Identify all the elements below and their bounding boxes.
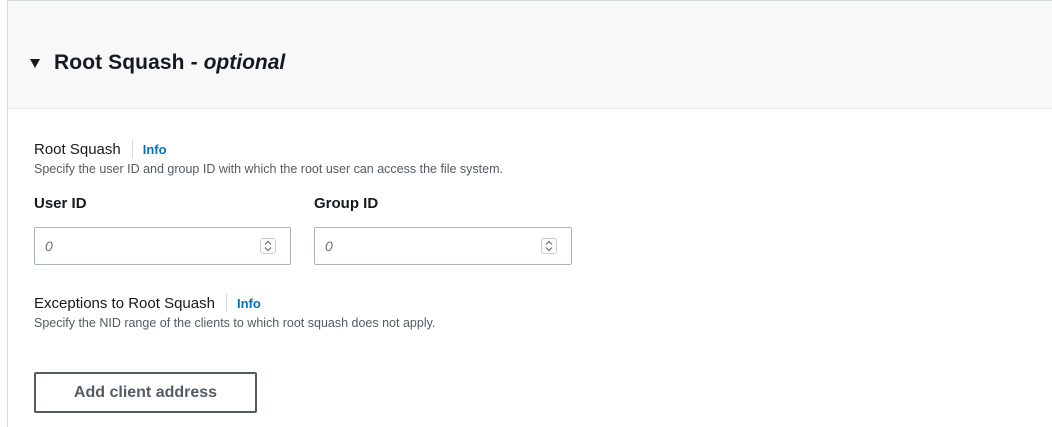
user-id-field[interactable] (34, 227, 291, 265)
root-squash-label: Root Squash (34, 140, 121, 158)
caret-down-icon[interactable] (30, 59, 40, 68)
group-id-input[interactable] (315, 228, 571, 264)
exceptions-label-row: Exceptions to Root Squash Info Specify t… (34, 293, 435, 330)
exceptions-info-link[interactable]: Info (237, 296, 261, 311)
exceptions-label: Exceptions to Root Squash (34, 294, 215, 312)
group-id-label: Group ID (314, 195, 379, 212)
page: Root Squash - optional Root Squash Info … (0, 0, 1052, 427)
root-squash-panel: Root Squash - optional Root Squash Info … (7, 0, 1052, 427)
add-client-address-button[interactable]: Add client address (34, 372, 257, 413)
exceptions-description: Specify the NID range of the clients to … (34, 316, 436, 330)
panel-header: Root Squash - optional (8, 1, 1052, 109)
user-id-label: User ID (34, 195, 87, 212)
panel-title-optional: optional (203, 51, 286, 74)
root-squash-label-row: Root Squash Info Specify the user ID and… (34, 139, 503, 176)
root-squash-expand-toggle[interactable]: Root Squash - optional (30, 51, 285, 75)
user-id-input[interactable] (35, 228, 290, 264)
group-id-field[interactable] (314, 227, 572, 265)
panel-title-separator: - (190, 51, 198, 74)
root-squash-description: Specify the user ID and group ID with wh… (34, 162, 503, 176)
panel-title: Root Squash (54, 51, 185, 74)
info-divider (225, 294, 227, 312)
info-divider (131, 140, 133, 158)
root-squash-info-link[interactable]: Info (143, 142, 167, 157)
user-id-stepper-icon[interactable] (260, 238, 276, 254)
group-id-stepper-icon[interactable] (541, 238, 557, 254)
